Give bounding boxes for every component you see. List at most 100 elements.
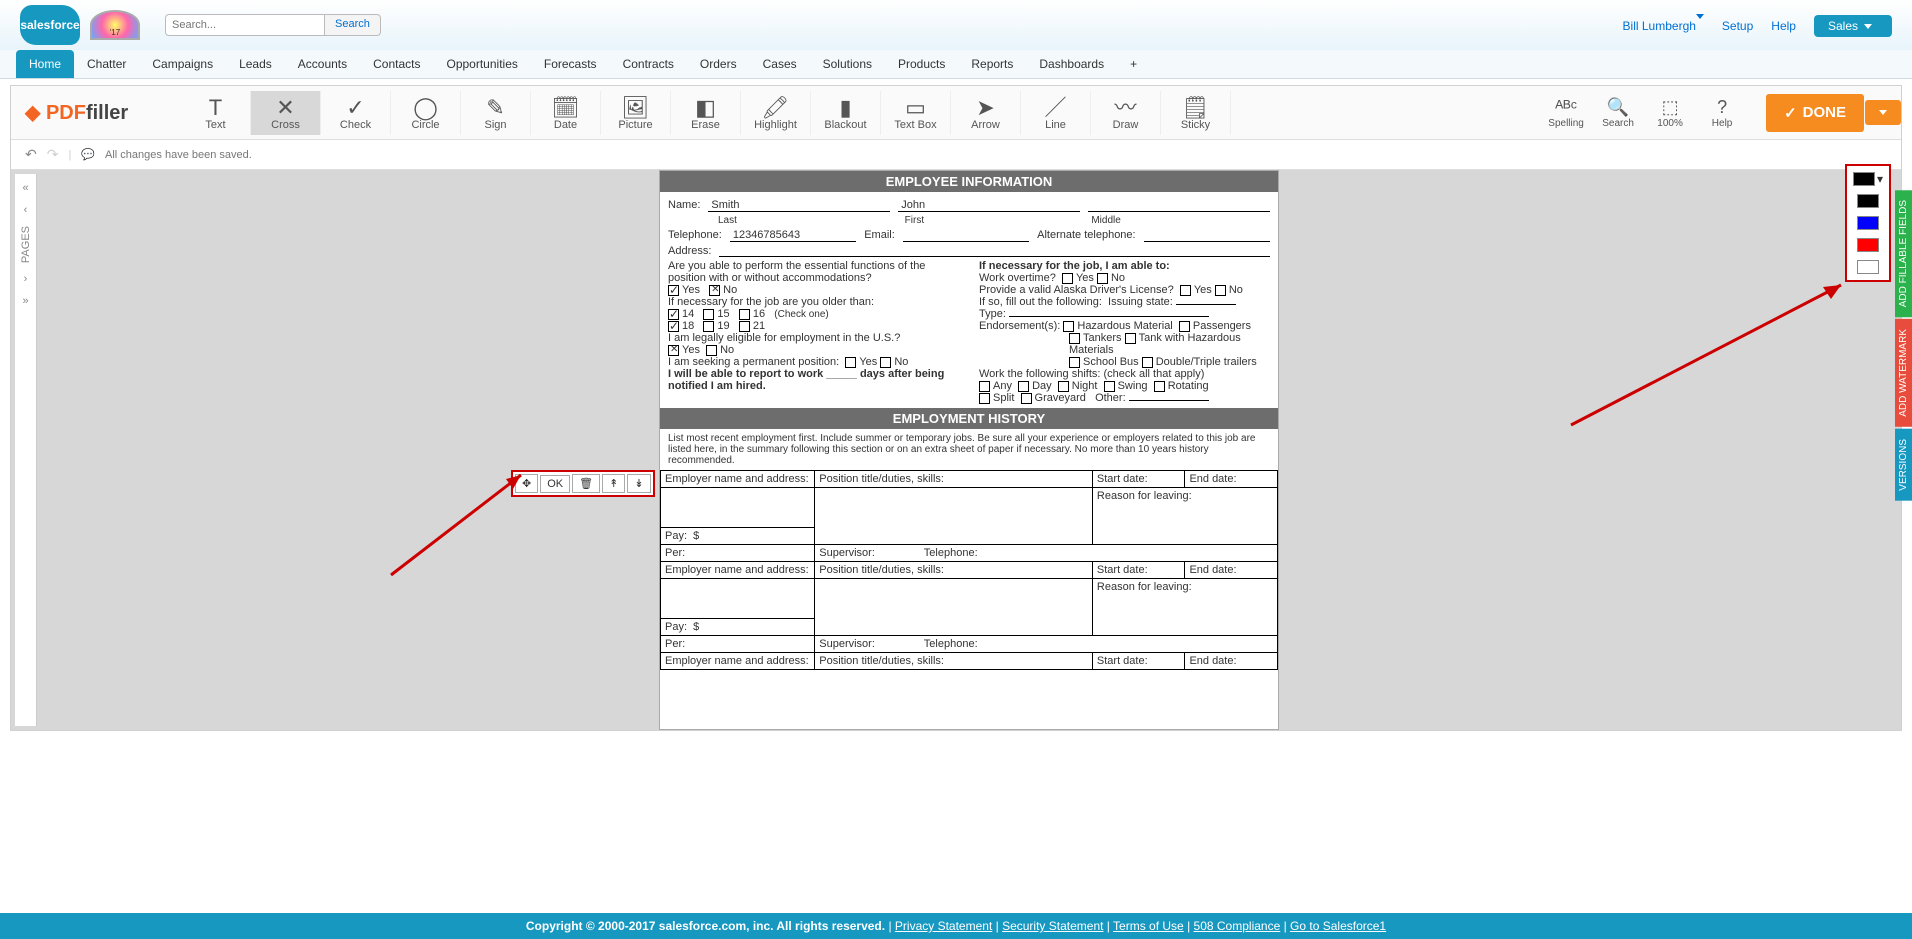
- tool-arrow[interactable]: ➤Arrow: [951, 91, 1021, 135]
- age-21-checkbox[interactable]: [739, 321, 750, 332]
- overtime-yes[interactable]: [1062, 273, 1073, 284]
- shift-any[interactable]: [979, 381, 990, 392]
- eligible-yes-checkbox[interactable]: [668, 345, 679, 356]
- first-name-field[interactable]: John: [898, 199, 1080, 212]
- license-yes[interactable]: [1180, 285, 1191, 296]
- overtime-no[interactable]: [1097, 273, 1108, 284]
- nav-tab-orders[interactable]: Orders: [687, 50, 750, 78]
- tool-date[interactable]: 🗓Date: [531, 91, 601, 135]
- nav-tab-opportunities[interactable]: Opportunities: [434, 50, 531, 78]
- perm-no-checkbox[interactable]: [880, 357, 891, 368]
- rtool-spelling[interactable]: ᴬᴮᶜSpelling: [1540, 97, 1592, 129]
- tool-draw[interactable]: 〰Draw: [1091, 91, 1161, 135]
- search-input[interactable]: [165, 14, 325, 36]
- nav-tab-campaigns[interactable]: Campaigns: [139, 50, 226, 78]
- popup-decrease-icon[interactable]: ↡: [627, 474, 650, 493]
- tool-blackout[interactable]: ▮Blackout: [811, 91, 881, 135]
- shift-day[interactable]: [1018, 381, 1029, 392]
- current-color-swatch[interactable]: [1853, 172, 1875, 186]
- collapse-up-icon[interactable]: «: [22, 182, 28, 194]
- tool-line[interactable]: ／Line: [1021, 91, 1091, 135]
- age-16-checkbox[interactable]: [739, 309, 750, 320]
- middle-name-field[interactable]: [1088, 199, 1270, 212]
- color-white[interactable]: [1857, 260, 1879, 274]
- nav-tab-reports[interactable]: Reports: [958, 50, 1026, 78]
- undo-button[interactable]: ↶: [25, 146, 37, 163]
- footer-privacy[interactable]: Privacy Statement: [895, 919, 992, 933]
- popup-delete-icon[interactable]: 🗑: [572, 474, 600, 493]
- done-dropdown[interactable]: [1865, 100, 1901, 125]
- nav-tab-dashboards[interactable]: Dashboards: [1026, 50, 1117, 78]
- issuing-state-field[interactable]: [1176, 304, 1236, 305]
- tool-highlight[interactable]: 🖍Highlight: [741, 91, 811, 135]
- nav-tab-cases[interactable]: Cases: [750, 50, 810, 78]
- shift-split[interactable]: [979, 393, 990, 404]
- popup-ok-button[interactable]: OK: [540, 475, 570, 493]
- license-no[interactable]: [1215, 285, 1226, 296]
- last-name-field[interactable]: Smith: [708, 199, 890, 212]
- nav-tab-contracts[interactable]: Contracts: [610, 50, 687, 78]
- perm-yes-checkbox[interactable]: [845, 357, 856, 368]
- q1-yes-checkbox[interactable]: [668, 285, 679, 296]
- eligible-no-checkbox[interactable]: [706, 345, 717, 356]
- tool-erase[interactable]: ◧Erase: [671, 91, 741, 135]
- nav-tab-solutions[interactable]: Solutions: [810, 50, 885, 78]
- tool-picture[interactable]: 🖼Picture: [601, 91, 671, 135]
- popup-move-icon[interactable]: ✥: [515, 474, 538, 493]
- rtool-help[interactable]: ?Help: [1696, 97, 1748, 129]
- end-hazmat[interactable]: [1063, 321, 1074, 332]
- chevron-down-icon[interactable]: ▾: [1877, 172, 1883, 186]
- tool-sign[interactable]: ✎Sign: [461, 91, 531, 135]
- type-field[interactable]: [1009, 316, 1209, 317]
- color-red[interactable]: [1857, 238, 1879, 252]
- tool-sticky[interactable]: 🗒Sticky: [1161, 91, 1231, 135]
- footer-security[interactable]: Security Statement: [1002, 919, 1103, 933]
- nav-tab-accounts[interactable]: Accounts: [285, 50, 360, 78]
- age-18-checkbox[interactable]: [668, 321, 679, 332]
- addr-field[interactable]: [719, 245, 1270, 257]
- nav-tab-contacts[interactable]: Contacts: [360, 50, 433, 78]
- color-black[interactable]: [1857, 194, 1879, 208]
- age-15-checkbox[interactable]: [703, 309, 714, 320]
- setup-link[interactable]: Setup: [1722, 19, 1753, 33]
- tab-add-watermark[interactable]: ADD WATERMARK: [1895, 319, 1912, 427]
- alt-tel-field[interactable]: [1144, 229, 1270, 242]
- shift-swing[interactable]: [1104, 381, 1115, 392]
- search-button[interactable]: Search: [325, 14, 381, 36]
- nav-tab-+[interactable]: +: [1117, 50, 1150, 78]
- end-bus[interactable]: [1069, 357, 1080, 368]
- collapse-down-icon[interactable]: »: [22, 295, 28, 307]
- tool-text-box[interactable]: ▭Text Box: [881, 91, 951, 135]
- done-button[interactable]: ✓DONE: [1766, 94, 1864, 132]
- color-blue[interactable]: [1857, 216, 1879, 230]
- tool-cross[interactable]: ✕Cross: [251, 91, 321, 135]
- age-19-checkbox[interactable]: [703, 321, 714, 332]
- end-pass[interactable]: [1179, 321, 1190, 332]
- footer-sf1[interactable]: Go to Salesforce1: [1290, 919, 1386, 933]
- end-triple[interactable]: [1142, 357, 1153, 368]
- app-menu[interactable]: Sales: [1814, 15, 1892, 37]
- tab-add-fillable-fields[interactable]: ADD FILLABLE FIELDS: [1895, 190, 1912, 317]
- shift-grave[interactable]: [1021, 393, 1032, 404]
- user-menu[interactable]: Bill Lumbergh: [1623, 19, 1704, 33]
- document-page[interactable]: EMPLOYEE INFORMATION Name: Smith John La…: [659, 170, 1279, 730]
- email-field[interactable]: [903, 229, 1029, 242]
- nav-tab-chatter[interactable]: Chatter: [74, 50, 139, 78]
- shift-rot[interactable]: [1154, 381, 1165, 392]
- pages-panel-handle[interactable]: « ‹ PAGES › »: [15, 174, 37, 726]
- tool-circle[interactable]: ◯Circle: [391, 91, 461, 135]
- tool-check[interactable]: ✓Check: [321, 91, 391, 135]
- tab-versions[interactable]: VERSIONS: [1895, 429, 1912, 501]
- nav-up-icon[interactable]: ‹: [24, 204, 28, 216]
- tool-text[interactable]: TText: [181, 91, 251, 135]
- help-link[interactable]: Help: [1771, 19, 1796, 33]
- nav-tab-home[interactable]: Home: [16, 50, 74, 78]
- rtool-search[interactable]: 🔍Search: [1592, 97, 1644, 129]
- nav-tab-forecasts[interactable]: Forecasts: [531, 50, 610, 78]
- shift-night[interactable]: [1058, 381, 1069, 392]
- nav-tab-leads[interactable]: Leads: [226, 50, 285, 78]
- end-tank[interactable]: [1069, 333, 1080, 344]
- popup-increase-icon[interactable]: ↟: [602, 474, 625, 493]
- footer-terms[interactable]: Terms of Use: [1113, 919, 1184, 933]
- cross-tool-popup[interactable]: ✥ OK 🗑 ↟ ↡: [511, 470, 655, 497]
